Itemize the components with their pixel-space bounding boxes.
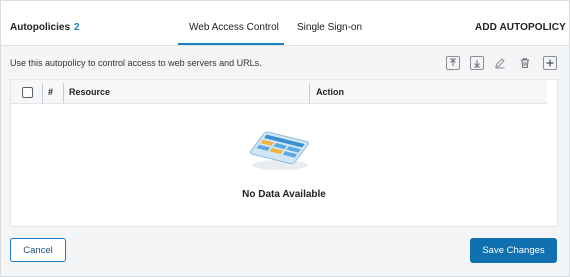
add-icon[interactable] xyxy=(543,56,557,70)
policy-count-badge: 2 xyxy=(74,22,80,33)
panel-header: Autopolicies 2 Web Access Control Single … xyxy=(1,1,569,46)
column-header-action[interactable]: Action xyxy=(316,87,344,97)
column-divider[interactable] xyxy=(309,83,310,103)
policy-description: Use this autopolicy to control access to… xyxy=(10,58,262,68)
panel-title: Autopolicies 2 xyxy=(10,22,80,33)
edit-icon[interactable] xyxy=(493,56,507,70)
tab-single-sign-on[interactable]: Single Sign-on xyxy=(297,22,362,33)
table-header: # Resource Action xyxy=(11,80,547,104)
move-down-icon[interactable] xyxy=(470,56,484,70)
empty-table-illustration xyxy=(249,131,309,170)
column-divider xyxy=(63,83,64,103)
select-all-checkbox[interactable] xyxy=(22,87,33,98)
cancel-button[interactable]: Cancel xyxy=(10,238,66,262)
empty-state-message: No Data Available xyxy=(242,189,326,200)
row-toolbar xyxy=(444,56,559,72)
active-tab-indicator xyxy=(178,43,284,45)
column-header-resource[interactable]: Resource xyxy=(69,87,110,97)
move-up-icon[interactable] xyxy=(446,56,460,70)
column-header-index[interactable]: # xyxy=(48,87,53,97)
save-changes-button[interactable]: Save Changes xyxy=(470,238,557,263)
title-label: Autopolicies xyxy=(10,22,71,33)
add-autopolicy-button[interactable]: ADD AUTOPOLICY xyxy=(475,22,566,33)
tab-web-access-control[interactable]: Web Access Control xyxy=(189,22,279,33)
autopolicy-panel: Autopolicies 2 Web Access Control Single … xyxy=(0,0,570,277)
delete-icon[interactable] xyxy=(518,56,532,70)
column-divider xyxy=(42,83,43,103)
